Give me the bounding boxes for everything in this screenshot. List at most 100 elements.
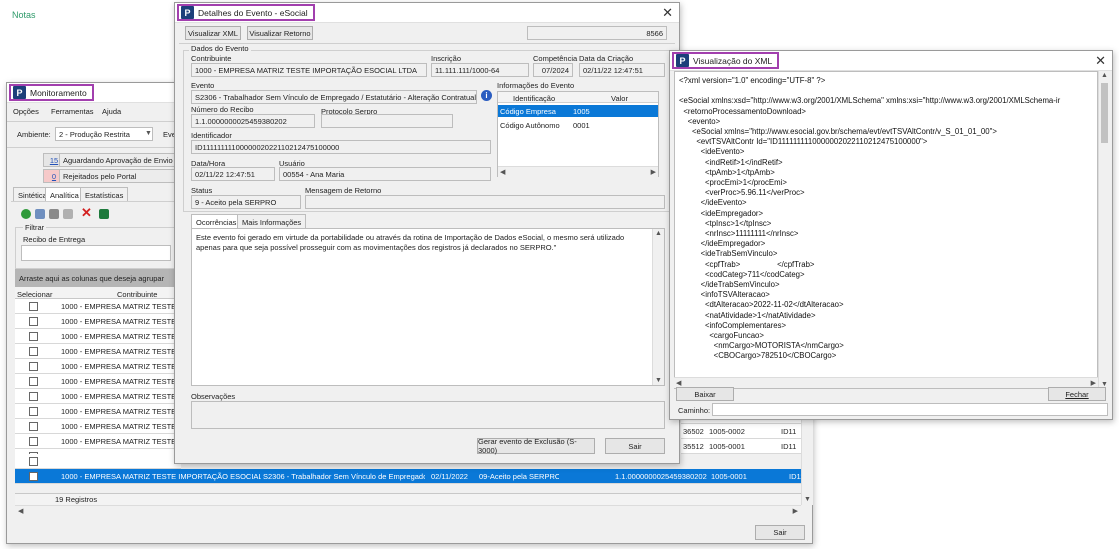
tab-ocorrencias[interactable]: Ocorrências xyxy=(191,214,242,228)
table-row[interactable]: 1000 - EMPRESA MATRIZ TESTE IMPORTAÇ xyxy=(15,389,181,404)
row-checkbox[interactable] xyxy=(29,302,38,311)
info-evento-table xyxy=(497,91,659,177)
evento-field: S2306 - Trabalhador Sem Vínculo de Empre… xyxy=(191,90,477,104)
scroll-left-icon[interactable]: ◀ xyxy=(676,379,681,387)
row-checkbox[interactable] xyxy=(29,392,38,401)
status-field: 9 - Aceito pela SERPRO xyxy=(191,195,301,209)
table-row[interactable]: 1000 - EMPRESA MATRIZ TESTE IMPORTAÇ xyxy=(15,299,181,314)
xml-title: Visualização do XML xyxy=(693,55,773,66)
records-count: 19 Registros xyxy=(55,495,98,504)
info-hscrollbar[interactable]: ◀ ▶ xyxy=(498,166,658,177)
table-row[interactable] xyxy=(15,454,181,469)
cell-contribuinte: 1000 - EMPRESA MATRIZ TESTE IMPORTAÇ xyxy=(61,332,181,341)
xml-hscrollbar[interactable]: ◀ ▶ xyxy=(674,377,1098,388)
cell-contribuinte: 1000 - EMPRESA MATRIZ TESTE IMPORTAÇ xyxy=(61,317,181,326)
xml-vscrollbar[interactable]: ▲ ▼ xyxy=(1098,71,1110,389)
row-checkbox[interactable] xyxy=(29,407,38,416)
scroll-right-icon[interactable]: ▶ xyxy=(793,507,798,515)
cell-contribuinte: 1000 - EMPRESA MATRIZ TESTE IMPORTAÇ xyxy=(61,407,181,416)
row-checkbox[interactable] xyxy=(29,377,38,386)
menu-ferramentas[interactable]: Ferramentas xyxy=(51,107,94,116)
table-row[interactable]: 35512 1005-0001 ID11 xyxy=(681,439,801,454)
tab-analitica[interactable]: Analítica xyxy=(45,187,84,201)
recibo-input[interactable] xyxy=(21,245,171,261)
chevron-down-icon[interactable]: ▼ xyxy=(145,130,152,137)
row-checkbox[interactable] xyxy=(29,457,38,466)
status-count-rejeitados-value: 0 xyxy=(51,172,57,181)
xml-content[interactable]: <?xml version="1.0" encoding="UTF-8" ?> <… xyxy=(674,71,1098,389)
view-xml-button[interactable]: Visualizar XML xyxy=(185,26,241,40)
data-criacao-field: 02/11/22 12:47:51 xyxy=(579,63,665,77)
table-row[interactable]: 36502 1005-0002 ID11 xyxy=(681,424,801,439)
table-row[interactable]: 1000 - EMPRESA MATRIZ TESTE IMPORTAÇ xyxy=(15,434,181,449)
app-logo-icon: P xyxy=(181,6,194,19)
tab-mais-informacoes[interactable]: Mais Informações xyxy=(237,214,307,228)
table-row[interactable]: 1000 - EMPRESA MATRIZ TESTE IMPORTAÇ xyxy=(15,374,181,389)
observacoes-field[interactable] xyxy=(191,401,665,429)
grid-hscrollbar[interactable]: ◀ ▶ xyxy=(15,505,801,516)
scroll-up-icon[interactable]: ▲ xyxy=(1101,72,1108,79)
scroll-left-icon[interactable]: ◀ xyxy=(18,507,23,515)
table-row[interactable]: 1000 - EMPRESA MATRIZ TESTE IMPORTAÇ xyxy=(15,404,181,419)
table-row[interactable]: 1000 - EMPRESA MATRIZ TESTE IMPORTAÇ xyxy=(15,329,181,344)
ocorrencias-text: Este evento foi gerado em virtude da por… xyxy=(196,233,625,252)
row-checkbox[interactable] xyxy=(29,317,38,326)
detail-sair-button[interactable]: Sair xyxy=(605,438,665,454)
exclusao-button[interactable]: Gerar evento de Exclusão (S-3000) xyxy=(477,437,595,455)
table-row[interactable]: 1000 - EMPRESA MATRIZ TESTE IMPORTAÇ xyxy=(15,419,181,434)
cell-contribuinte: 1000 - EMPRESA MATRIZ TESTE IMPORTAÇ xyxy=(61,377,181,386)
row-checkbox[interactable] xyxy=(29,362,38,371)
xml-scroll-thumb[interactable] xyxy=(1101,83,1108,143)
table-row[interactable]: 1000 - EMPRESA MATRIZ TESTE IMPORTAÇ xyxy=(15,359,181,374)
delete-icon[interactable]: ✕ xyxy=(81,205,92,221)
col-contribuinte[interactable]: Contribuinte xyxy=(117,290,157,299)
status-text-rejeitados: Rejeitados pelo Portal xyxy=(59,169,177,183)
info-row-autonomo-valor: 0001 xyxy=(573,121,590,130)
row-checkbox[interactable] xyxy=(29,437,38,446)
scroll-right-icon[interactable]: ▶ xyxy=(651,168,656,176)
table-row[interactable]: 1000 - EMPRESA MATRIZ TESTE IMPORTAÇ xyxy=(15,344,181,359)
fechar-button[interactable]: Fechar xyxy=(1048,387,1106,401)
scroll-down-icon[interactable]: ▼ xyxy=(804,496,811,503)
excel-icon[interactable] xyxy=(99,209,109,219)
cell-id: ID11 xyxy=(781,427,797,436)
info-row-empresa-valor: 1005 xyxy=(573,107,590,116)
menu-opcoes[interactable]: Opções xyxy=(13,107,39,116)
row-checkbox[interactable] xyxy=(29,347,38,356)
xml-line: <eSocial xmlns:xsd="http://www.w3.org/20… xyxy=(679,96,1061,106)
table-row[interactable]: 1000 - EMPRESA MATRIZ TESTE IMPORTAÇ xyxy=(15,314,181,329)
xml-titlebar: P Visualização do XML ✕ xyxy=(670,51,1112,71)
xml-title-box: P Visualização do XML xyxy=(672,52,780,69)
xml-line: </ideTrabSemVinculo> xyxy=(679,280,780,289)
filtro-label: Filtrar xyxy=(23,223,47,232)
info-icon[interactable]: i xyxy=(481,90,492,101)
tab-estatisticas[interactable]: Estatísticas xyxy=(80,187,129,201)
calendar-icon[interactable] xyxy=(63,209,73,219)
baixar-button[interactable]: Baixar xyxy=(676,387,734,401)
filter-icon[interactable] xyxy=(35,209,45,219)
monitor-exit-button[interactable]: Sair xyxy=(755,525,805,540)
scroll-left-icon[interactable]: ◀ xyxy=(500,168,505,176)
close-icon[interactable]: ✕ xyxy=(1095,53,1106,69)
row-checkbox[interactable] xyxy=(29,422,38,431)
table-row-selected[interactable]: 1000 - EMPRESA MATRIZ TESTE IMPORTAÇÃO E… xyxy=(15,469,803,484)
ambiente-label: Ambiente: xyxy=(17,130,51,139)
close-icon[interactable]: ✕ xyxy=(662,5,673,21)
info-row-empresa-id: Código Empresa xyxy=(500,107,556,116)
caminho-input[interactable] xyxy=(712,403,1108,416)
col-selecionar[interactable]: Selecionar xyxy=(17,290,52,299)
view-retorno-button[interactable]: Visualizar Retorno xyxy=(247,26,313,40)
row-checkbox[interactable] xyxy=(29,332,38,341)
ambiente-select[interactable]: 2 - Produção Restrita xyxy=(55,127,153,141)
menu-ajuda[interactable]: Ajuda xyxy=(102,107,121,116)
detail-title-box: P Detalhes do Evento - eSocial xyxy=(177,4,315,21)
refresh-icon[interactable] xyxy=(21,209,31,219)
print-icon[interactable] xyxy=(49,209,59,219)
scroll-down-icon[interactable]: ▼ xyxy=(655,377,662,384)
datahora-field: 02/11/22 12:47:51 xyxy=(191,167,275,181)
ocorrencias-vscrollbar[interactable]: ▲ ▼ xyxy=(652,229,664,385)
row-checkbox[interactable] xyxy=(29,472,38,481)
scroll-right-icon[interactable]: ▶ xyxy=(1091,379,1096,387)
scroll-up-icon[interactable]: ▲ xyxy=(655,230,662,237)
dados-evento-label: Dados do Evento xyxy=(189,44,251,53)
